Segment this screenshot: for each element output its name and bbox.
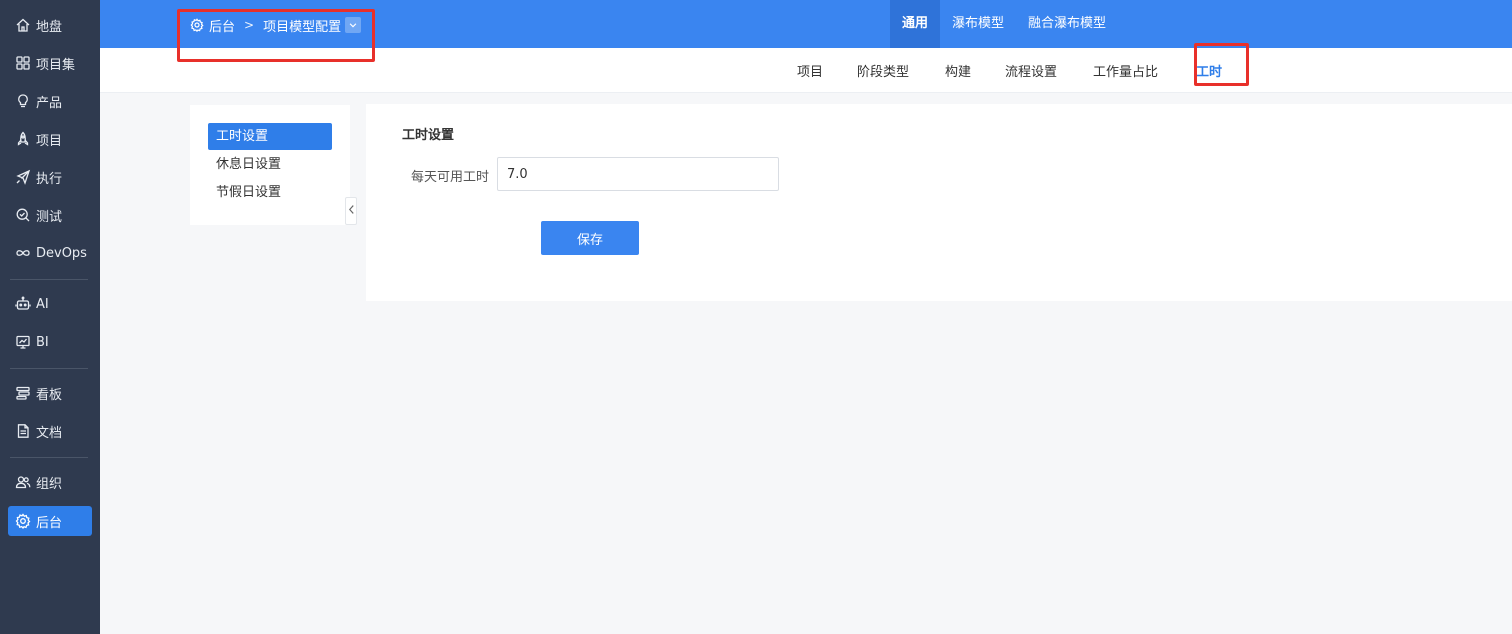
daily-hours-label: 每天可用工时 (411, 170, 490, 185)
collapse-panel-button[interactable] (345, 197, 357, 225)
sidebar-item-organization[interactable]: 组织 (8, 467, 92, 497)
sidebar-item-admin[interactable]: 后台 (8, 506, 92, 536)
sidebar-item-devops[interactable]: DevOps (8, 238, 92, 268)
chevron-left-icon (348, 204, 355, 219)
daily-hours-input[interactable] (497, 157, 779, 191)
lightbulb-icon (15, 93, 31, 109)
rocket-icon (15, 131, 31, 147)
work-hours-settings-card: 工时设置 每天可用工时 保存 (366, 104, 1512, 301)
sidebar-item-label: 项目 (36, 133, 63, 149)
sidebar-divider (10, 279, 88, 280)
breadcrumb-separator: > (244, 18, 255, 32)
sidebar-item-label: 测试 (36, 209, 63, 225)
tab-waterfall-model[interactable]: 瀑布模型 (940, 0, 1016, 48)
users-icon (15, 474, 31, 490)
sidebar-item-label: 地盘 (36, 19, 63, 35)
sidebar-item-project[interactable]: 项目 (8, 124, 92, 154)
home-icon (15, 17, 31, 33)
sidebar-item-label: 看板 (36, 387, 63, 403)
document-icon (15, 423, 31, 439)
main-sidebar: 地盘 项目集 产品 项目 执行 测试 DevOps AI BI 看板 文档 组织… (0, 0, 100, 634)
tab-general[interactable]: 通用 (890, 0, 941, 48)
board-icon (15, 385, 31, 401)
subtab-workflow-settings[interactable]: 流程设置 (1005, 61, 1057, 80)
grid-icon (15, 55, 31, 71)
top-header: 后台 > 项目模型配置 通用 瀑布模型 融合瀑布模型 (100, 0, 1512, 48)
settings-side-menu: 工时设置 休息日设置 节假日设置 (190, 105, 350, 225)
robot-icon (15, 296, 31, 312)
subtab-workload-ratio[interactable]: 工作量占比 (1093, 61, 1158, 80)
sidebar-item-label: 组织 (36, 476, 63, 492)
breadcrumb-current: 项目模型配置 (263, 19, 342, 35)
send-icon (15, 169, 31, 185)
sidebar-item-label: BI (36, 334, 49, 350)
sidebar-divider (10, 368, 88, 369)
sidebar-item-label: 后台 (36, 515, 63, 531)
sidebar-item-execution[interactable]: 执行 (8, 162, 92, 192)
sidebar-item-dashboard[interactable]: 地盘 (8, 10, 92, 40)
sidebar-item-label: 执行 (36, 171, 63, 187)
sidebar-item-product[interactable]: 产品 (8, 86, 92, 116)
sidebar-item-ai[interactable]: AI (8, 289, 92, 319)
breadcrumb-root-link[interactable]: 后台 (209, 16, 235, 35)
save-button[interactable]: 保存 (541, 221, 639, 255)
tab-hybrid-waterfall-model[interactable]: 融合瀑布模型 (1016, 0, 1118, 48)
search-check-icon (15, 207, 31, 223)
sidebar-item-program[interactable]: 项目集 (8, 48, 92, 78)
sidebar-item-bi[interactable]: BI (8, 327, 92, 357)
sidebar-item-docs[interactable]: 文档 (8, 416, 92, 446)
presentation-chart-icon (15, 334, 31, 350)
sidebar-item-testing[interactable]: 测试 (8, 200, 92, 230)
section-title: 工时设置 (402, 128, 455, 143)
subtab-stage-type[interactable]: 阶段类型 (857, 61, 909, 80)
menu-item-rest-day-settings[interactable]: 休息日设置 (208, 151, 332, 178)
gear-icon (15, 513, 31, 529)
breadcrumb: 后台 > 项目模型配置 (190, 15, 362, 35)
sub-navigation: 项目 阶段类型 构建 流程设置 工作量占比 工时 (100, 48, 1512, 93)
subtab-project[interactable]: 项目 (797, 61, 823, 80)
sidebar-item-kanban[interactable]: 看板 (8, 378, 92, 408)
sidebar-divider (10, 457, 88, 458)
subtab-build[interactable]: 构建 (945, 61, 971, 80)
gear-icon (190, 18, 204, 33)
chevron-down-icon[interactable] (345, 17, 362, 33)
sidebar-item-label: DevOps (36, 245, 87, 261)
subtab-work-hours[interactable]: 工时 (1196, 61, 1222, 80)
menu-item-holiday-settings[interactable]: 节假日设置 (208, 179, 332, 206)
model-tabs: 通用 瀑布模型 融合瀑布模型 (890, 0, 1118, 48)
sidebar-item-label: 项目集 (36, 57, 76, 73)
sidebar-item-label: AI (36, 296, 49, 312)
sidebar-item-label: 文档 (36, 425, 63, 441)
menu-item-work-hours-settings[interactable]: 工时设置 (208, 123, 332, 150)
sidebar-item-label: 产品 (36, 95, 63, 111)
infinity-icon (15, 245, 31, 261)
